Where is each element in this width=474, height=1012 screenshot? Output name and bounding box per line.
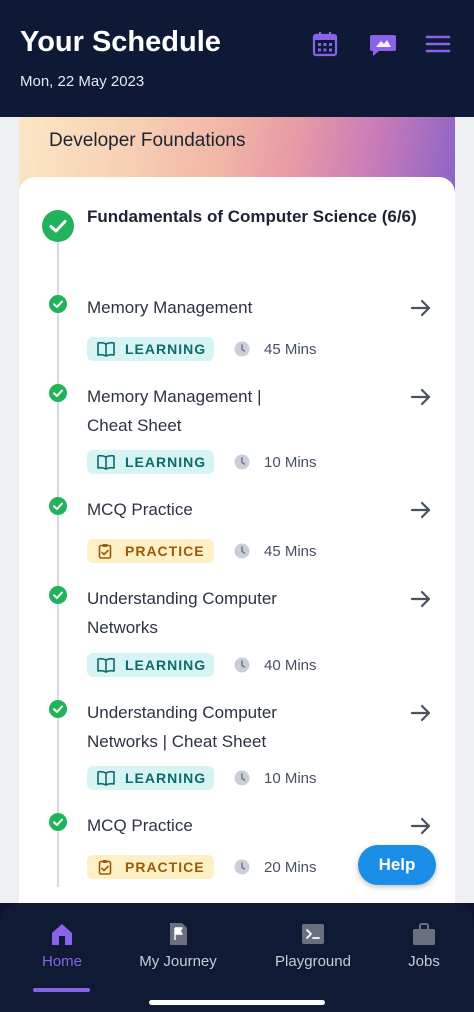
item-title: MCQ Practice: [87, 816, 193, 835]
badge-label: LEARNING: [125, 770, 207, 786]
item-title: MCQ Practice: [87, 500, 193, 519]
duration: 10 Mins: [264, 770, 317, 787]
arrow-right-icon[interactable]: [409, 385, 433, 409]
arrow-right-icon[interactable]: [409, 814, 433, 838]
nav-label: My Journey: [139, 953, 217, 970]
badge-label: LEARNING: [125, 657, 207, 673]
home-indicator: [149, 1000, 325, 1005]
check-icon: [49, 497, 67, 515]
duration: 40 Mins: [264, 657, 317, 674]
duration: 45 Mins: [264, 341, 317, 358]
chat-icon[interactable]: [368, 30, 398, 58]
clock-icon: [234, 454, 250, 470]
nav-label: Playground: [275, 953, 351, 970]
clock-icon: [234, 341, 250, 357]
clock-icon: [234, 543, 250, 559]
item-title: Memory Management | Cheat Sheet: [87, 387, 262, 435]
course-complete-icon: [42, 210, 74, 242]
clock-icon: [234, 770, 250, 786]
clipboard-check-icon: [98, 860, 112, 875]
check-icon: [49, 813, 67, 831]
practice-badge: PRACTICE: [87, 539, 214, 563]
course-card: Fundamentals of Computer Science (6/6) M…: [19, 177, 455, 903]
book-icon: [97, 341, 115, 357]
clock-icon: [234, 859, 250, 875]
duration: 45 Mins: [264, 543, 317, 560]
clipboard-check-icon: [98, 544, 112, 559]
arrow-right-icon[interactable]: [409, 498, 433, 522]
item-title: Memory Management: [87, 298, 253, 317]
section-title: Developer Foundations: [49, 130, 246, 151]
schedule-content[interactable]: Developer Foundations Fundamentals of Co…: [0, 117, 474, 903]
calendar-icon[interactable]: [311, 30, 339, 58]
learning-badge: LEARNING: [87, 450, 214, 474]
check-icon: [49, 700, 67, 718]
practice-badge: PRACTICE: [87, 855, 214, 879]
badge-label: PRACTICE: [125, 543, 205, 559]
duration: 20 Mins: [264, 859, 317, 876]
duration: 10 Mins: [264, 454, 317, 471]
bottom-nav: Home My Journey Playground Jobs: [0, 903, 474, 1012]
menu-icon[interactable]: [424, 30, 452, 58]
arrow-right-icon[interactable]: [409, 701, 433, 725]
page-title: Your Schedule: [20, 26, 221, 58]
nav-playground[interactable]: Playground: [268, 921, 358, 970]
briefcase-icon: [413, 923, 435, 945]
nav-label: Home: [41, 953, 82, 970]
learning-badge: LEARNING: [87, 653, 214, 677]
learning-badge: LEARNING: [87, 766, 214, 790]
course-title: Fundamentals of Computer Science (6/6): [87, 207, 417, 226]
learning-badge: LEARNING: [87, 337, 214, 361]
arrow-right-icon[interactable]: [409, 587, 433, 611]
app-header: Your Schedule Mon, 22 May 2023: [0, 0, 474, 117]
badge-label: PRACTICE: [125, 859, 205, 875]
help-button[interactable]: Help: [358, 845, 436, 885]
timeline-line: [57, 227, 59, 887]
flag-doc-icon: [170, 923, 187, 945]
book-icon: [97, 657, 115, 673]
book-icon: [97, 770, 115, 786]
book-icon: [97, 454, 115, 470]
arrow-right-icon[interactable]: [409, 296, 433, 320]
nav-my-journey[interactable]: My Journey: [128, 921, 228, 970]
item-title: Understanding Computer Networks | Cheat …: [87, 703, 277, 751]
check-icon: [49, 295, 67, 313]
active-tab-indicator: [33, 988, 90, 992]
badge-label: LEARNING: [125, 454, 207, 470]
check-icon: [49, 586, 67, 604]
home-icon: [52, 924, 72, 945]
schedule-date: Mon, 22 May 2023: [20, 73, 145, 90]
clock-icon: [234, 657, 250, 673]
badge-label: LEARNING: [125, 341, 207, 357]
check-icon: [49, 384, 67, 402]
nav-jobs[interactable]: Jobs: [398, 921, 450, 970]
nav-home[interactable]: Home: [32, 921, 92, 970]
nav-label: Jobs: [408, 953, 440, 970]
terminal-icon: [302, 924, 324, 944]
item-title: Understanding Computer Networks: [87, 589, 277, 637]
